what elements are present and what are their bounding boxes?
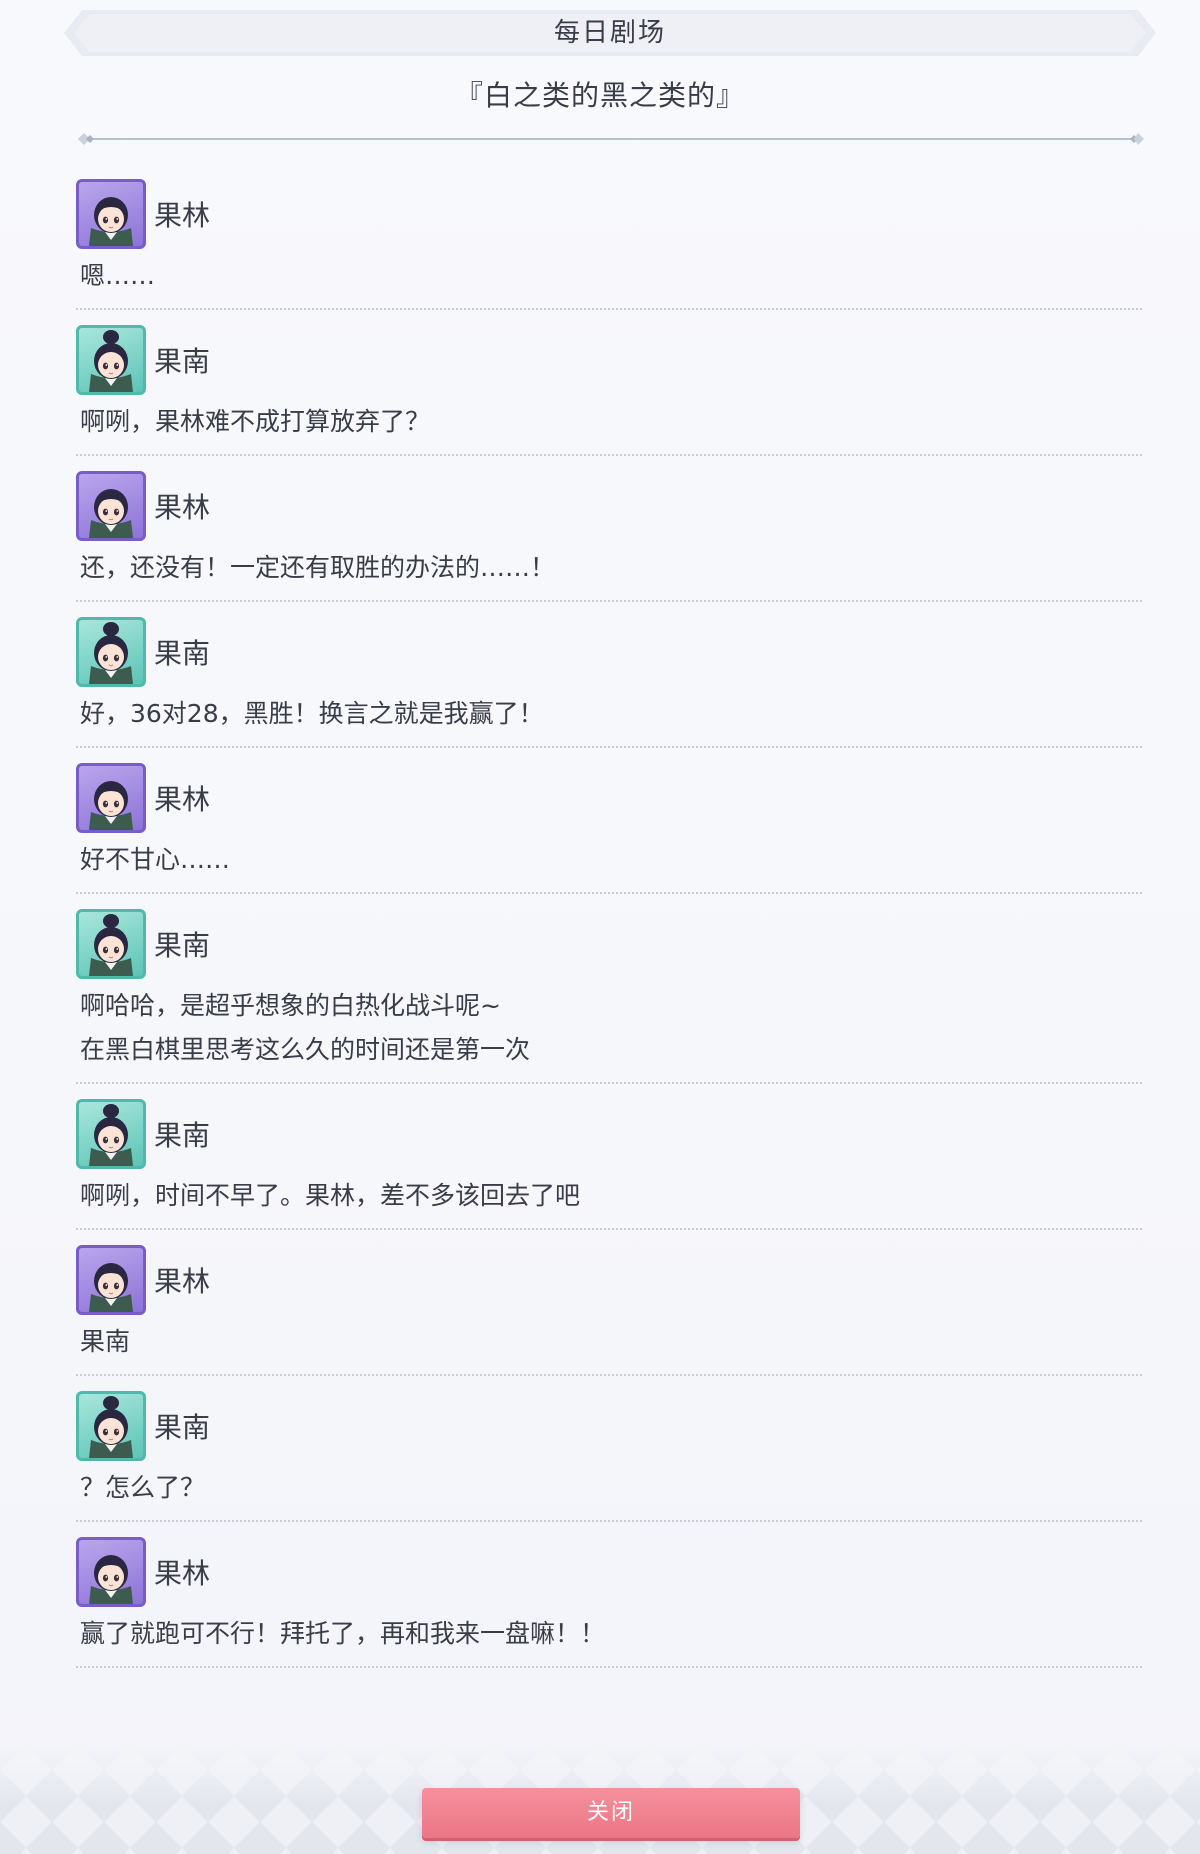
speaker-name: 果南 [154,345,211,378]
dialogue-line: 啊哈哈，是超乎想象的白热化战斗呢~ [80,991,501,1020]
dialogue-line: 在黑白棋里思考这么久的时间还是第一次 [80,1035,531,1064]
speaker-row: 果南 [76,1096,1142,1172]
kanan-portrait-icon [76,325,146,395]
speaker-name: 果林 [154,1265,211,1298]
dialogue-list[interactable]: 果林 嗯…… 果南 啊咧，果林难不成打算放弃了？ 果林 还，还没有！一定还有取胜… [76,164,1142,1668]
dialogue-entry: 果南 啊咧，果林难不成打算放弃了？ [76,322,1142,456]
dialogue-lines: 果南 [76,1318,1142,1374]
dialogue-entry: 果林 嗯…… [76,176,1142,310]
karin-portrait-icon [76,1245,146,1315]
karin-portrait-icon [76,179,146,249]
episode-title: 『白之类的黑之类的』 [454,79,745,112]
speaker-name: 果南 [154,929,211,962]
speaker-row: 果南 [76,906,1142,982]
dialogue-lines: 好不甘心…… [76,836,1142,892]
speaker-row: 果林 [76,1534,1142,1610]
dialogue-line: 嗯…… [80,261,156,290]
speaker-name: 果南 [154,1411,211,1444]
speaker-row: 果林 [76,760,1142,836]
dialogue-entry: 果林 赢了就跑可不行！拜托了，再和我来一盘嘛！！ [76,1534,1142,1668]
dialogue-lines: 啊哈哈，是超乎想象的白热化战斗呢~ 在黑白棋里思考这么久的时间还是第一次 [76,982,1142,1082]
dialogue-line: 赢了就跑可不行！拜托了，再和我来一盘嘛！！ [80,1619,606,1648]
dialogue-entry: 果南 啊哈哈，是超乎想象的白热化战斗呢~ 在黑白棋里思考这么久的时间还是第一次 [76,906,1142,1084]
dialogue-line: 好不甘心…… [80,845,231,874]
dialogue-line: 啊咧，果林难不成打算放弃了？ [80,407,431,436]
dialogue-entry: 果林 果南 [76,1242,1142,1376]
page-title: 每日剧场 [553,18,666,48]
speaker-name: 果林 [154,783,211,816]
dialogue-line: 果南 [80,1327,131,1356]
karin-portrait-icon [76,1537,146,1607]
speaker-row: 果南 [76,614,1142,690]
speaker-row: 果南 [76,322,1142,398]
title-divider [78,133,1144,145]
daily-theater-dialog: 每日剧场 『白之类的黑之类的』 果林 嗯…… 果南 啊咧，果林难不成打算放弃了？… [0,0,1200,1854]
speaker-name: 果南 [154,1119,211,1152]
speaker-name: 果南 [154,637,211,670]
speaker-row: 果林 [76,468,1142,544]
dialogue-lines: 嗯…… [76,252,1142,308]
speaker-name: 果林 [154,1557,211,1590]
dialogue-line: 啊咧，时间不早了。果林，差不多该回去了吧 [80,1181,581,1210]
dialogue-entry: 果林 好不甘心…… [76,760,1142,894]
dialogue-entry: 果林 还，还没有！一定还有取胜的办法的……！ [76,468,1142,602]
kanan-portrait-icon [76,1391,146,1461]
speaker-row: 果林 [76,1242,1142,1318]
header-ribbon: 每日剧场 [64,10,1156,56]
speaker-name: 果林 [154,199,211,232]
kanan-portrait-icon [76,617,146,687]
dialogue-lines: 好，36对28，黑胜！换言之就是我赢了！ [76,690,1142,746]
kanan-portrait-icon [76,1099,146,1169]
dialogue-line: 还，还没有！一定还有取胜的办法的……！ [80,553,556,582]
speaker-row: 果南 [76,1388,1142,1464]
dialogue-lines: 啊咧，果林难不成打算放弃了？ [76,398,1142,454]
karin-portrait-icon [76,471,146,541]
speaker-name: 果林 [154,491,211,524]
dialogue-entry: 果南 好，36对28，黑胜！换言之就是我赢了！ [76,614,1142,748]
dialogue-lines: 赢了就跑可不行！拜托了，再和我来一盘嘛！！ [76,1610,1142,1666]
speaker-row: 果林 [76,176,1142,252]
dialogue-lines: 啊咧，时间不早了。果林，差不多该回去了吧 [76,1172,1142,1228]
dialogue-line: ？怎么了？ [80,1473,206,1502]
dialogue-line: 好，36对28，黑胜！换言之就是我赢了！ [80,699,544,728]
dialogue-entry: 果南 啊咧，时间不早了。果林，差不多该回去了吧 [76,1096,1142,1230]
dialogue-entry: 果南 ？怎么了？ [76,1388,1142,1522]
karin-portrait-icon [76,763,146,833]
close-button[interactable]: 关闭 [422,1788,800,1838]
dialogue-lines: 还，还没有！一定还有取胜的办法的……！ [76,544,1142,600]
kanan-portrait-icon [76,909,146,979]
dialogue-lines: ？怎么了？ [76,1464,1142,1520]
